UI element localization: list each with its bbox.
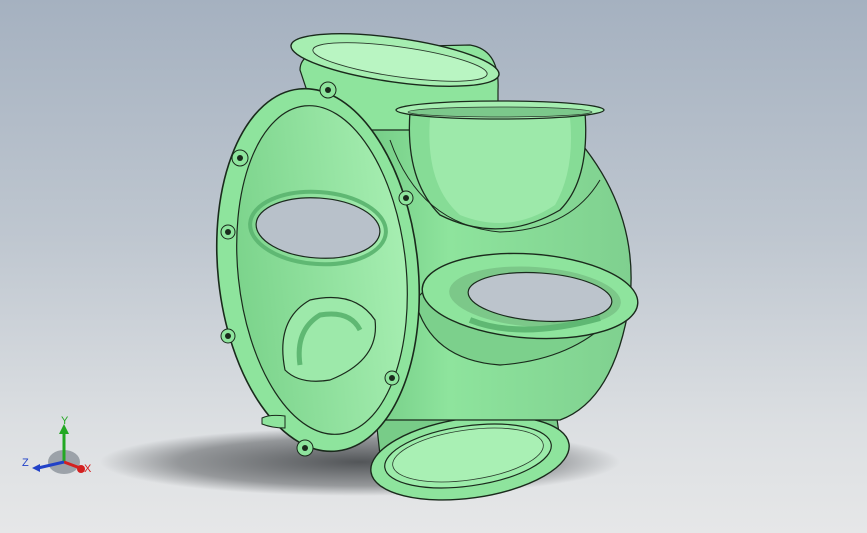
x-axis-label: X — [84, 463, 92, 475]
model-3d-view[interactable] — [0, 0, 867, 533]
bolt-lug-upper-left — [231, 149, 249, 167]
graphics-viewport[interactable]: Y X Z — [0, 0, 867, 533]
bolt-lug-left — [220, 224, 236, 240]
bolt-lug-lower-left — [220, 328, 236, 344]
bolt-lug-top — [319, 81, 337, 99]
bolt-lug-right-upper — [398, 190, 414, 206]
lower-pipe-stub — [261, 414, 286, 429]
z-axis-label: Z — [22, 457, 29, 469]
coordinate-triad-icon[interactable]: Y X Z — [14, 410, 104, 482]
bolt-lug-bottom — [296, 439, 314, 457]
y-axis-label: Y — [61, 415, 69, 427]
bolt-lug-right-lower — [384, 370, 400, 386]
z-axis-arrow-icon — [32, 464, 40, 472]
